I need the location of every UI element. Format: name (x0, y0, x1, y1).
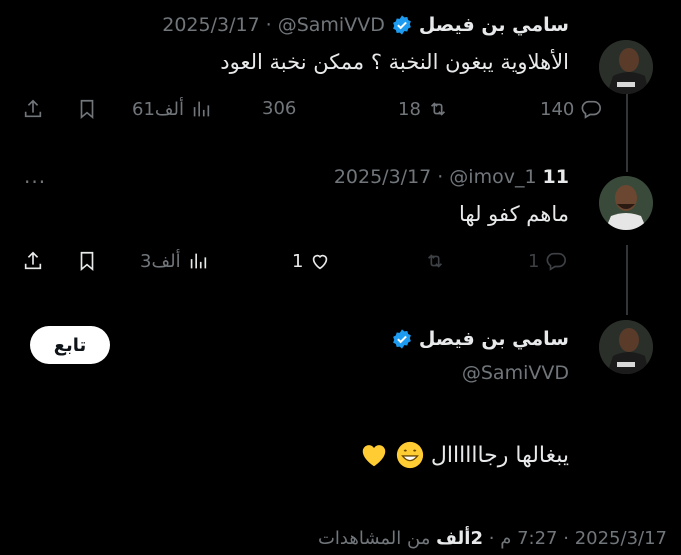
tweet-header: 11 @imov_1 · 2025/3/17 (334, 166, 569, 188)
yellow-heart-icon (362, 445, 386, 467)
share-button[interactable] (22, 98, 44, 120)
verified-icon (392, 15, 411, 35)
tweet-date[interactable]: 2025/3/17 (334, 166, 431, 188)
views-number: 2ألف (436, 528, 483, 549)
more-icon[interactable]: ··· (24, 170, 46, 194)
share-icon (24, 99, 42, 118)
avatar[interactable] (599, 40, 653, 94)
footer-time[interactable]: 7:27 م (500, 528, 557, 549)
bookmark-icon (80, 99, 94, 120)
retweet-icon (427, 254, 443, 268)
tweet-text: ماهم كفو لها (459, 202, 569, 226)
retweet-button[interactable] (424, 250, 446, 272)
reply-count: 140 (540, 98, 575, 120)
follow-button[interactable]: تابع (30, 326, 110, 364)
display-name[interactable]: 11 (543, 166, 569, 188)
views-button[interactable]: 61ألف (132, 98, 212, 120)
handle: @imov_1 (449, 166, 537, 188)
tweet-meta: 2025/3/17 · 7:27 م · 2ألف من المشاهدات (318, 528, 667, 549)
reply-icon (581, 100, 602, 119)
like-icon (313, 254, 328, 270)
views-button[interactable]: 3ألف (140, 250, 209, 272)
dot-separator: · (265, 14, 272, 36)
like-button[interactable]: 1 (292, 250, 331, 272)
reply-count: 1 (528, 250, 540, 272)
footer-date[interactable]: 2025/3/17 (575, 528, 667, 549)
tweet-header: سامي بن فيصل (391, 328, 569, 350)
bookmark-button[interactable] (76, 250, 98, 272)
tweet-header: سامي بن فيصل @SamiVVD · 2025/3/17 (162, 14, 569, 36)
thread-line (626, 245, 628, 315)
views-count: 61ألف (132, 98, 185, 120)
views-count: 3ألف (140, 250, 181, 272)
share-button[interactable] (22, 250, 44, 272)
grinning-face-icon (396, 441, 424, 469)
like-button[interactable]: 306 (262, 98, 296, 119)
verified-icon (392, 329, 411, 349)
views-icon (193, 101, 210, 117)
handle[interactable]: @SamiVVD (462, 362, 569, 384)
reply-button[interactable]: 140 (540, 98, 602, 120)
dot-separator: · (488, 528, 495, 549)
bookmark-button[interactable] (76, 98, 98, 120)
views-label: من المشاهدات (317, 528, 431, 549)
retweet-count: 18 (398, 98, 421, 120)
dot-separator: · (437, 166, 444, 188)
display-name[interactable]: سامي بن فيصل (419, 328, 569, 350)
retweet-button[interactable]: 18 (398, 98, 449, 120)
avatar[interactable] (599, 320, 653, 374)
like-count: 306 (262, 98, 297, 119)
tweet-date[interactable]: 2025/3/17 (162, 14, 259, 36)
tweet-text: يبغالها رجاااااال (359, 440, 569, 470)
tweet-handle-line: @SamiVVD (462, 362, 569, 384)
views-icon (190, 253, 206, 269)
handle: @SamiVVD (277, 14, 385, 36)
reply-button[interactable]: 1 (528, 250, 567, 272)
bookmark-icon (80, 251, 94, 272)
like-count: 1 (292, 250, 304, 272)
reply-icon (547, 252, 567, 271)
thread-line (626, 92, 628, 172)
display-name[interactable]: سامي بن فيصل (419, 14, 569, 36)
tweet-text-content: يبغالها رجاااااال (430, 442, 569, 468)
tweet-text: الأهلاوية يبغون النخبة ؟ ممكن نخبة العود (220, 50, 569, 74)
dot-separator: · (563, 528, 569, 549)
share-icon (24, 251, 42, 270)
retweet-icon (430, 102, 445, 116)
avatar[interactable] (599, 176, 653, 230)
